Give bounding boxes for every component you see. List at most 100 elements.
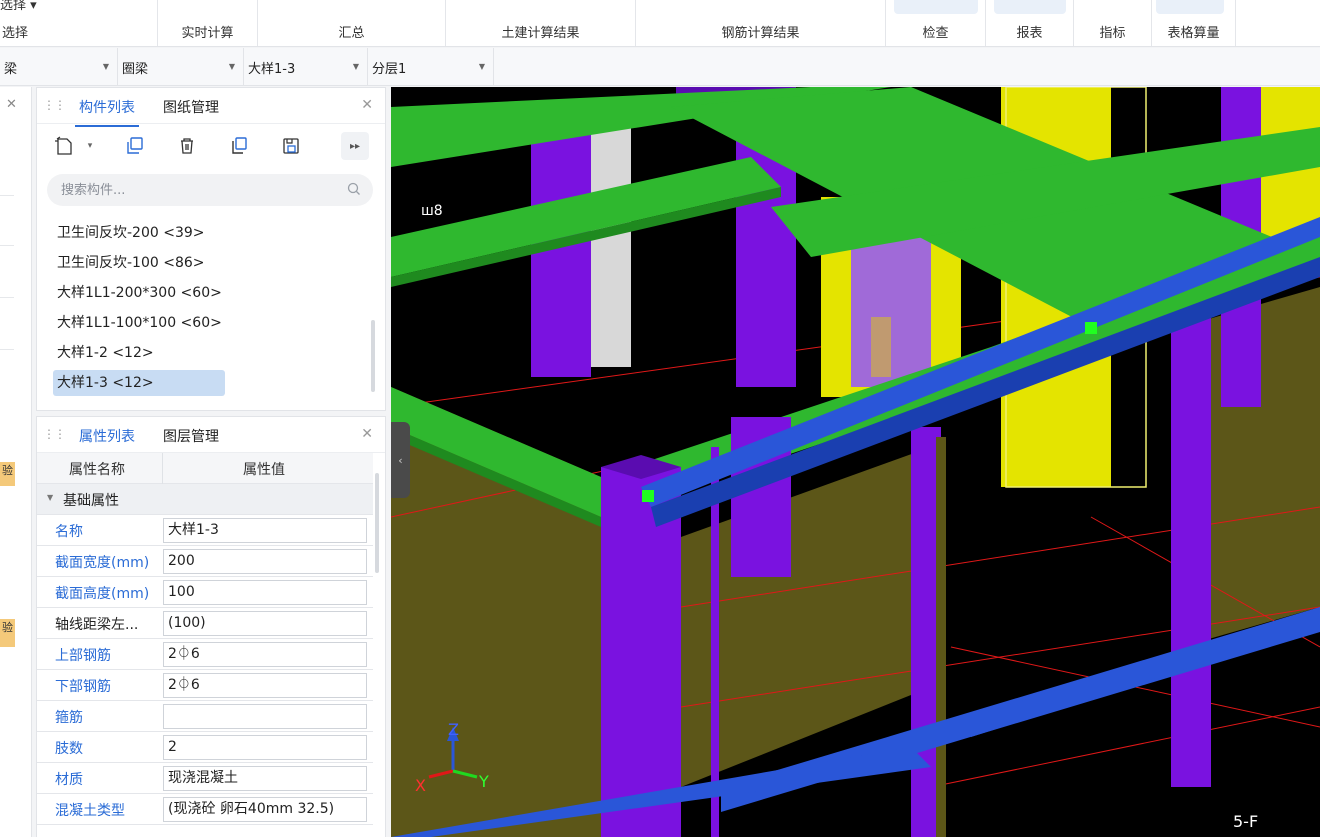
list-item[interactable]: 卫生间反坎-200 <39> (53, 220, 209, 246)
tab-component-list[interactable]: 构件列表 (75, 97, 139, 127)
layer-select[interactable]: 分层1 ▼ (368, 48, 494, 86)
ribbon-group-select[interactable]: 选择 (0, 0, 158, 46)
property-value-field[interactable]: 2⏀6 (163, 642, 367, 667)
collapse-icon[interactable]: ▼ (47, 493, 53, 502)
type-select[interactable]: 圈梁 ▼ (118, 48, 244, 86)
chevron-down-icon: ▼ (352, 62, 359, 71)
ribbon-group-label: 指标 (1099, 26, 1126, 41)
divider (0, 349, 14, 350)
column-header-name: 属性名称 (69, 462, 125, 478)
ribbon-group-table-calc[interactable]: 表格算量 (1152, 0, 1236, 46)
table-calc-button-top[interactable] (1156, 0, 1224, 14)
3d-viewport[interactable]: Z X Y ш8 5-F (391, 87, 1320, 837)
drag-handle-icon[interactable]: ⋮⋮ (43, 427, 66, 441)
tab-layer-management[interactable]: 图层管理 (163, 426, 219, 446)
double-chevron-right-icon: ▸▸ (349, 140, 361, 152)
ribbon-group-report[interactable]: 报表 (986, 0, 1074, 46)
axis-z-label: Z (448, 720, 459, 739)
chevron-down-icon: ▾ (87, 141, 93, 151)
close-icon[interactable]: ✕ (361, 97, 373, 113)
column-header-value: 属性值 (243, 462, 285, 478)
property-value-field[interactable]: (现浇砼 卵石40mm 32.5) (163, 797, 367, 822)
close-icon[interactable]: ✕ (361, 426, 373, 442)
scrollbar[interactable] (375, 473, 379, 573)
delete-component-button[interactable] (173, 132, 201, 160)
ribbon-group-index[interactable]: 指标 (1074, 0, 1152, 46)
list-item-selected[interactable]: 大样1-3 <12> (53, 370, 225, 396)
check-button-top[interactable] (894, 0, 978, 14)
ribbon-group-rebar-results[interactable]: 钢筋计算结果 (636, 0, 886, 46)
axis-marker-label: ш8 (421, 203, 443, 219)
scrollbar[interactable] (371, 320, 375, 392)
side-tab-b[interactable]: 验 (0, 619, 15, 647)
chevron-left-icon: ‹ (398, 453, 403, 467)
list-item[interactable]: 大样1L1-100*100 <60> (53, 310, 226, 336)
search-icon[interactable] (347, 182, 361, 196)
tab-property-list[interactable]: 属性列表 (75, 426, 139, 456)
save-component-button[interactable] (277, 132, 305, 160)
ribbon-group-realtime-calc[interactable]: 实时计算 (158, 0, 258, 46)
axis-y-label: Y (478, 772, 489, 791)
list-item[interactable]: 大样1-2 <12> (53, 340, 158, 366)
property-value-field[interactable]: 现浇混凝土 (163, 766, 367, 791)
ribbon-group-label: 钢筋计算结果 (721, 26, 800, 41)
component-toolbar: ▾ ▸▸ (37, 126, 385, 166)
property-section-basic[interactable]: ▼ 基础属性 (37, 484, 373, 515)
chevron-down-icon: ▼ (102, 62, 109, 71)
ribbon-group-check[interactable]: 检查 (886, 0, 986, 46)
property-value-field[interactable]: (100) (163, 611, 367, 636)
property-value-field[interactable] (163, 704, 367, 729)
property-row: 上部钢筋 2⏀6 (37, 639, 373, 670)
property-value-field[interactable]: 200 (163, 549, 367, 574)
new-component-dropdown[interactable]: ▾ (83, 132, 97, 160)
category-select-value: 梁 (4, 61, 18, 77)
new-component-button[interactable] (51, 132, 79, 160)
ribbon-group-label: 选择 (2, 26, 29, 41)
property-row: 下部钢筋 2⏀6 (37, 670, 373, 701)
close-icon[interactable]: ✕ (6, 97, 17, 112)
left-side-panel: ✕ 验 验 (0, 87, 32, 837)
component-search[interactable] (47, 174, 373, 206)
collapse-panel-button[interactable]: ‹ (391, 422, 410, 498)
list-item[interactable]: 大样1L1-200*300 <60> (53, 280, 226, 306)
panel-header: ⋮⋮ 构件列表 图纸管理 ✕ (37, 88, 385, 127)
divider (0, 195, 14, 196)
property-value-field[interactable]: 2 (163, 735, 367, 760)
component-select[interactable]: 大样1-3 ▼ (244, 48, 368, 86)
ribbon: 选择 ▾ 选择 实时计算 汇总 土建计算结果 钢筋计算结果 检查 报表 指标 表… (0, 0, 1320, 47)
property-row: 箍筋 (37, 701, 373, 732)
3d-model-render[interactable]: Z X Y ш8 5-F (391, 87, 1320, 837)
ribbon-group-label: 实时计算 (181, 26, 234, 41)
app-window: 选择 ▾ 选择 实时计算 汇总 土建计算结果 钢筋计算结果 检查 报表 指标 表… (0, 0, 1320, 837)
property-value-field[interactable]: 2⏀6 (163, 673, 367, 698)
category-select[interactable]: 梁 ▼ (0, 48, 118, 86)
more-tools-button[interactable]: ▸▸ (341, 132, 369, 160)
property-row: 名称 大样1-3 (37, 515, 373, 546)
list-item[interactable]: 卫生间反坎-100 <86> (53, 250, 209, 276)
property-grid-header: 属性名称 属性值 (37, 453, 373, 484)
tab-drawing-management[interactable]: 图纸管理 (163, 97, 219, 117)
component-select-value: 大样1-3 (248, 61, 296, 77)
ribbon-group-civil-results[interactable]: 土建计算结果 (446, 0, 636, 46)
property-name: 下部钢筋 (55, 679, 111, 695)
property-value-field[interactable]: 100 (163, 580, 367, 605)
save-icon (283, 138, 299, 154)
report-button-top[interactable] (994, 0, 1066, 14)
grid-axis-label: 5-F (1233, 812, 1258, 831)
duplicate-component-button[interactable] (225, 132, 253, 160)
divider (0, 297, 14, 298)
property-name: 截面高度(mm) (55, 586, 150, 602)
search-input[interactable] (61, 180, 331, 200)
ribbon-group-label: 检查 (922, 26, 949, 41)
property-row: 肢数 2 (37, 732, 373, 763)
ribbon-group-summary[interactable]: 汇总 (258, 0, 446, 46)
copy-component-button[interactable] (121, 132, 149, 160)
drag-handle-icon[interactable]: ⋮⋮ (43, 98, 66, 112)
ribbon-group-label: 土建计算结果 (501, 26, 580, 41)
component-list-panel: ⋮⋮ 构件列表 图纸管理 ✕ ▾ ▸▸ 搜索构件... 卫生间反坎-200 <3… (36, 87, 386, 411)
new-file-icon (55, 136, 72, 155)
property-value-field[interactable]: 大样1-3 (163, 518, 367, 543)
side-tab-a[interactable]: 验 (0, 462, 15, 486)
type-select-value: 圈梁 (122, 61, 149, 77)
ribbon-group-label: 表格算量 (1167, 26, 1220, 41)
